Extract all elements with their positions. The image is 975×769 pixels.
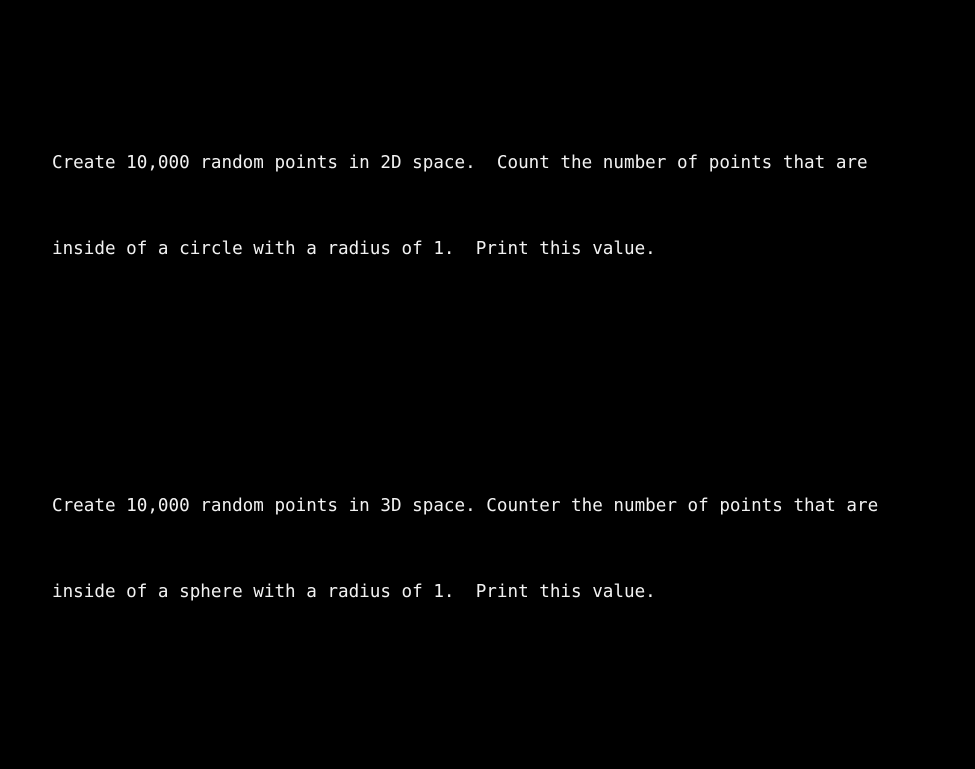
markdown-paragraph-1: Create 10,000 random points in 2D space.… xyxy=(52,92,975,321)
markdown-line: Create 10,000 random points in 3D space.… xyxy=(52,496,879,517)
markdown-paragraph-2: Create 10,000 random points in 3D space.… xyxy=(52,435,975,664)
markdown-line: inside of a sphere with a radius of 1. P… xyxy=(52,581,656,602)
notebook-container: Create 10,000 random points in 2D space.… xyxy=(0,0,975,769)
markdown-cell[interactable]: Create 10,000 random points in 2D space.… xyxy=(0,0,975,769)
markdown-line: inside of a circle with a radius of 1. P… xyxy=(52,238,656,259)
markdown-cell-body[interactable]: Create 10,000 random points in 2D space.… xyxy=(0,0,975,769)
markdown-line: Create 10,000 random points in 2D space.… xyxy=(52,152,868,173)
